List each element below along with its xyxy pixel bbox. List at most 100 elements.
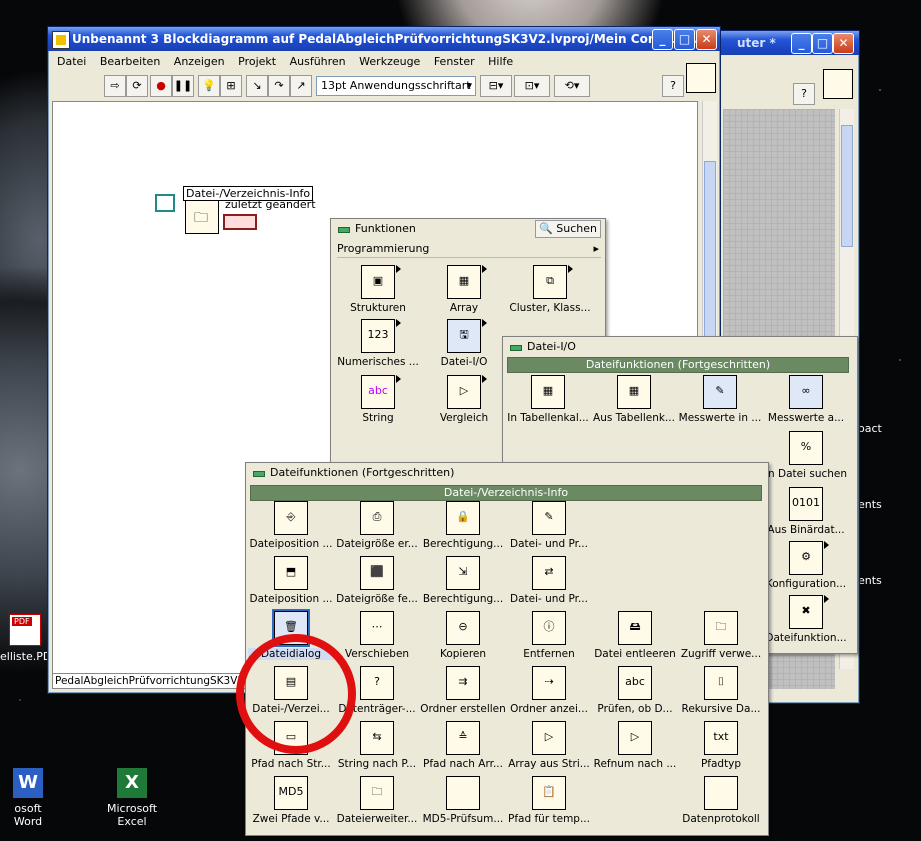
search-button[interactable]: 🔍 Suchen xyxy=(535,220,601,238)
palette-item-adv[interactable]: ⇲ Berechtigung... xyxy=(420,556,506,605)
item-label: In Tabellenkal... xyxy=(507,412,589,424)
menu-ausfuehren[interactable]: Ausführen xyxy=(290,55,346,68)
desktop-icon-excel[interactable]: X Microsoft Excel xyxy=(92,768,172,828)
step-over-icon[interactable]: ↷ xyxy=(268,75,290,97)
step-into-icon[interactable]: ↘ xyxy=(246,75,268,97)
abort-icon[interactable]: ● xyxy=(150,75,172,97)
step-out-icon[interactable]: ↗ xyxy=(290,75,312,97)
palette-item-adv[interactable]: 🗀 Zugriff verwe... xyxy=(678,611,764,660)
palette-item-adv[interactable]: ▷ Refnum nach ... xyxy=(592,721,678,770)
back-window-titlebar[interactable]: uter * _ □ ✕ xyxy=(701,31,859,55)
palette-item-konfiguration[interactable]: ⚙ Konfiguration... xyxy=(763,541,849,590)
minimize-button[interactable]: _ xyxy=(652,29,673,50)
close-button[interactable]: ✕ xyxy=(696,29,717,50)
palette-item-adv[interactable]: ⇉ Ordner erstellen xyxy=(420,666,506,715)
file-function-icon: ⇲ xyxy=(446,556,480,590)
palette-item-adv[interactable]: 📋 Pfad für temp... xyxy=(506,776,592,825)
palette-item-datei-io[interactable]: 🖫 Datei-I/O xyxy=(421,319,507,368)
palette-item-cluster[interactable]: ⧉ Cluster, Klass... xyxy=(507,265,593,314)
item-label: Datei- und Pr... xyxy=(510,538,588,550)
align-icon[interactable]: ⊟▾ xyxy=(480,75,512,97)
highlight-icon[interactable]: 💡 xyxy=(198,75,220,97)
pin-icon[interactable] xyxy=(252,467,265,479)
palette-item-vergleich[interactable]: ▷ Vergleich xyxy=(421,375,507,424)
palette-item-dateifunktion[interactable]: ✖ Dateifunktion... xyxy=(763,595,849,644)
menu-hilfe[interactable]: Hilfe xyxy=(488,55,513,68)
menu-fenster[interactable]: Fenster xyxy=(434,55,475,68)
run-continuously-icon[interactable]: ⟳ xyxy=(126,75,148,97)
palette-item-adv[interactable]: ⎙ Dateigröße er... xyxy=(334,501,420,550)
config-file-icon: ⚙ xyxy=(789,541,829,575)
help-button[interactable]: ? xyxy=(793,83,815,105)
status-path: PedalAbgleichPrüfvorrichtungSK3V2.lvi xyxy=(52,673,246,689)
timestamp-indicator[interactable] xyxy=(223,214,257,230)
palette-item-adv[interactable]: MD5-Prüfsum... xyxy=(420,776,506,825)
palette-item-adv[interactable]: ≙ Pfad nach Arr... xyxy=(420,721,506,770)
palette-item-binaer[interactable]: 0101 Aus Binärdat... xyxy=(763,487,849,536)
palette-item-adv[interactable]: txt Pfadtyp xyxy=(678,721,764,770)
palette-item-adv[interactable]: 🖴 Datei entleeren xyxy=(592,611,678,660)
palette-item-messwerte-aus[interactable]: ∞ Messwerte a... xyxy=(763,375,849,424)
palette-item-adv[interactable]: ⋯ Verschieben xyxy=(334,611,420,660)
palette-item-adv[interactable]: 🗀 Dateierweiter... xyxy=(334,776,420,825)
palette-item-numerisch[interactable]: 123 Numerisches ... xyxy=(335,319,421,368)
labview-icon xyxy=(52,31,70,49)
palette-item-in-datei-suchen[interactable]: % In Datei suchen xyxy=(763,431,849,480)
item-label: Datei- und Pr... xyxy=(510,593,588,605)
palette-item-adv[interactable]: MD5 Zwei Pfade v... xyxy=(248,776,334,825)
palette-item-adv[interactable]: ▷ Array aus Stri... xyxy=(506,721,592,770)
menu-anzeigen[interactable]: Anzeigen xyxy=(174,55,225,68)
desktop-icon-pdf[interactable]: PDF elliste.PD xyxy=(0,614,51,663)
palette-item-aus-tabelle[interactable]: ▦ Aus Tabellenk... xyxy=(591,375,677,424)
palette-title: Datei-I/O xyxy=(527,340,576,353)
pin-icon[interactable] xyxy=(337,223,350,235)
distribute-icon[interactable]: ⊡▾ xyxy=(514,75,550,97)
file-function-icon: 🗀 xyxy=(360,776,394,810)
palette-item-adv[interactable]: ⇢ Ordner anzei... xyxy=(506,666,592,715)
main-window-titlebar[interactable]: Unbenannt 3 Blockdiagramm auf PedalAbgle… xyxy=(48,27,720,51)
palette-item-strukturen[interactable]: ▣ Strukturen xyxy=(335,265,421,314)
palette-item-adv[interactable]: ⊖ Kopieren xyxy=(420,611,506,660)
item-label: Prüfen, ob D... xyxy=(597,703,673,715)
item-label: Ordner anzei... xyxy=(510,703,588,715)
palette-item-in-tabelle[interactable]: ▦ In Tabellenkal... xyxy=(505,375,591,424)
minimize-button[interactable]: _ xyxy=(791,33,812,54)
path-constant[interactable] xyxy=(155,194,175,212)
category-label[interactable]: Programmierung ▸ xyxy=(337,241,601,258)
palette-item-messwerte-in[interactable]: ✎ Messwerte in ... xyxy=(677,375,763,424)
palette-item-string[interactable]: abc String xyxy=(335,375,421,424)
help-button[interactable]: ? xyxy=(662,75,684,97)
close-button[interactable]: ✕ xyxy=(833,33,854,54)
reorder-icon[interactable]: ⟲▾ xyxy=(554,75,590,97)
palette-item-adv[interactable]: 🔒 Berechtigung... xyxy=(420,501,506,550)
run-icon[interactable]: ⇨ xyxy=(104,75,126,97)
palette-item-adv[interactable]: ⌷ Rekursive Da... xyxy=(678,666,764,715)
spreadsheet-read-icon: ▦ xyxy=(617,375,651,409)
palette-item-adv[interactable]: ⇄ Datei- und Pr... xyxy=(506,556,592,605)
file-dir-info-node[interactable]: 🗀 xyxy=(185,200,219,234)
menu-werkzeuge[interactable]: Werkzeuge xyxy=(359,55,420,68)
palette-item-adv[interactable]: ✎ Datei- und Pr... xyxy=(506,501,592,550)
palette-item-adv[interactable]: ⬛ Dateigröße fe... xyxy=(334,556,420,605)
palette-item-array[interactable]: ▦ Array xyxy=(421,265,507,314)
palette-item-adv[interactable]: abc Prüfen, ob D... xyxy=(592,666,678,715)
palette-item-adv[interactable]: ⎆ Dateiposition ... xyxy=(248,501,334,550)
palette-item-adv[interactable]: ⓘ Entfernen xyxy=(506,611,592,660)
file-function-icon: ▷ xyxy=(532,721,566,755)
pin-icon[interactable] xyxy=(509,341,522,353)
menu-bearbeiten[interactable]: Bearbeiten xyxy=(100,55,160,68)
scroll-thumb[interactable] xyxy=(841,125,853,247)
file-function-icon: txt xyxy=(704,721,738,755)
pause-icon[interactable]: ❚❚ xyxy=(172,75,194,97)
menu-datei[interactable]: Datei xyxy=(57,55,86,68)
palette-item-adv[interactable]: ⇆ String nach P... xyxy=(334,721,420,770)
font-select[interactable]: 13pt Anwendungsschriftart ▾ xyxy=(316,76,476,96)
palette-title: Funktionen xyxy=(355,222,416,235)
palette-item-adv[interactable]: Datenprotokoll xyxy=(678,776,764,825)
palette-item-adv[interactable]: ⬒ Dateiposition ... xyxy=(248,556,334,605)
desktop-icon-word[interactable]: W osoft Word xyxy=(0,768,56,828)
menu-projekt[interactable]: Projekt xyxy=(238,55,276,68)
retain-wire-icon[interactable]: ⊞ xyxy=(220,75,242,97)
maximize-button[interactable]: □ xyxy=(674,29,695,50)
maximize-button[interactable]: □ xyxy=(812,33,833,54)
